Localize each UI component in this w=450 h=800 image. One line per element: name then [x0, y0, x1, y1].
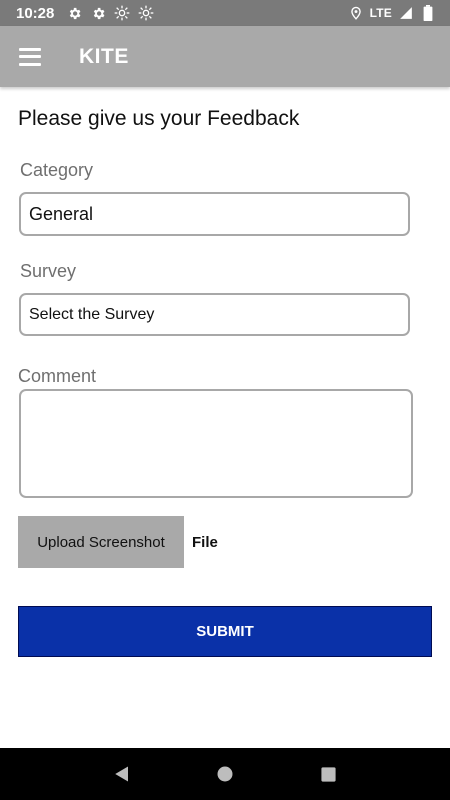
page-title: Please give us your Feedback [18, 107, 300, 130]
back-icon[interactable] [107, 759, 137, 789]
comment-label: Comment [18, 366, 97, 386]
app-bar: KITE [0, 26, 450, 87]
submit-button[interactable]: SUBMIT [18, 606, 432, 657]
brightness-icon [114, 5, 130, 21]
settings-icon [90, 5, 106, 21]
upload-screenshot-button[interactable]: Upload Screenshot [18, 516, 184, 568]
settings-icon [66, 5, 82, 21]
navigation-bar [0, 748, 450, 800]
location-icon [348, 5, 364, 21]
file-label: File [192, 534, 218, 551]
category-value: General [29, 203, 94, 224]
comment-textarea[interactable] [19, 389, 413, 498]
status-bar: 10:28 LTE [0, 0, 450, 26]
brightness-icon [138, 5, 154, 21]
app-title: KITE [79, 44, 129, 68]
signal-icon [398, 5, 414, 21]
category-dropdown[interactable]: General [19, 192, 410, 236]
status-time: 10:28 [16, 4, 55, 22]
survey-label: Survey [20, 261, 77, 281]
status-right: LTE [348, 5, 436, 21]
status-left: 10:28 [16, 5, 154, 22]
survey-value: Select the Survey [29, 305, 155, 323]
survey-dropdown[interactable]: Select the Survey [19, 293, 410, 336]
home-icon[interactable] [210, 759, 240, 789]
network-type: LTE [369, 6, 392, 20]
recents-icon[interactable] [313, 759, 343, 789]
battery-icon [420, 5, 436, 21]
hamburger-menu-icon[interactable] [19, 47, 41, 66]
category-label: Category [20, 160, 94, 180]
feedback-screen: 10:28 LTE KITE Please give us your Feedb… [0, 0, 450, 800]
